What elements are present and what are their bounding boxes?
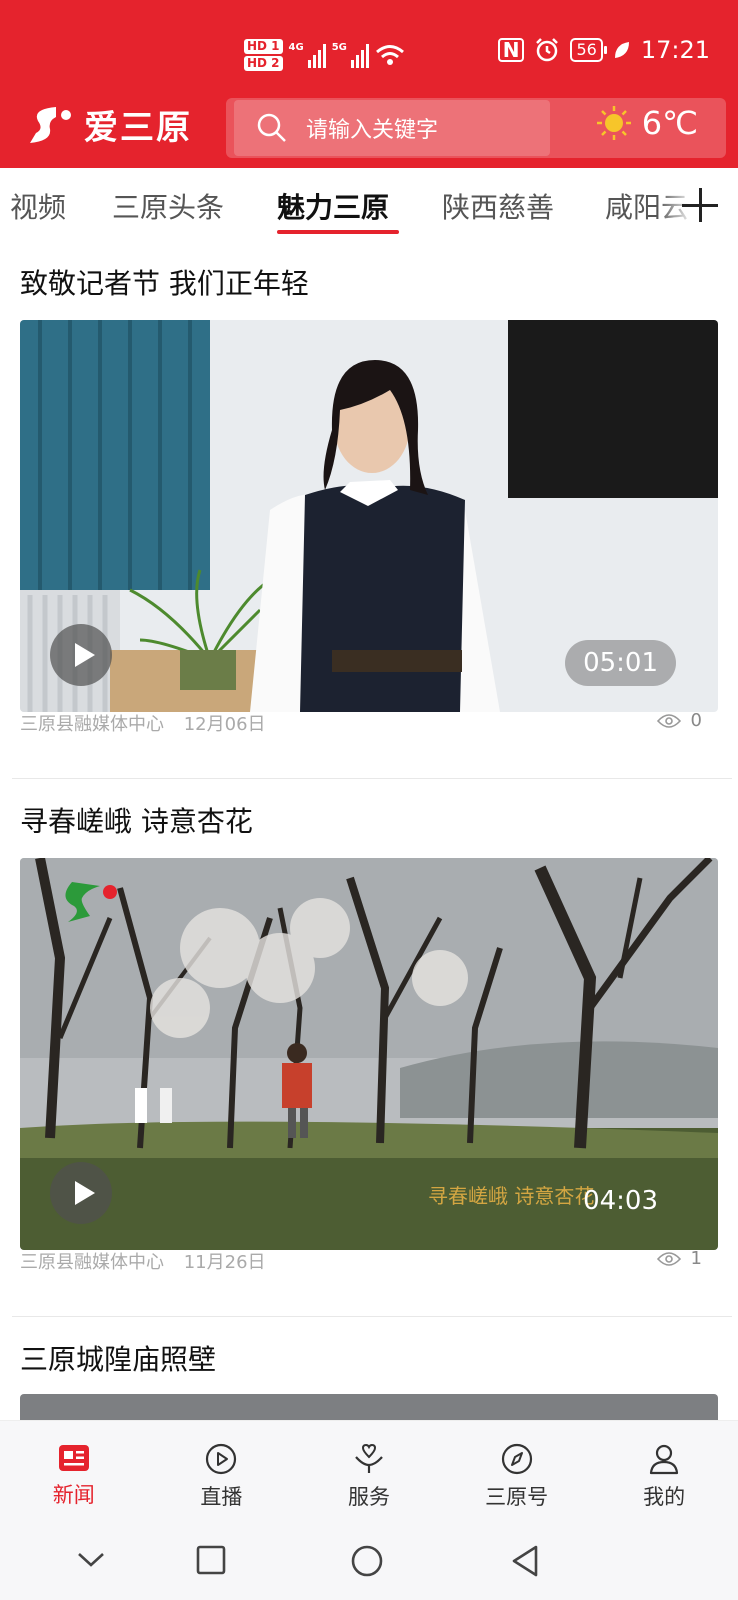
- search-icon: [257, 113, 286, 142]
- article-card[interactable]: 三原城隍庙照壁: [0, 1316, 738, 1420]
- status-bar: HD 1 HD 2 4G 5G N 56 17:21: [0, 0, 738, 96]
- video-thumbnail[interactable]: [20, 1394, 718, 1420]
- status-left: HD 1 HD 2 4G 5G: [244, 32, 405, 78]
- video-thumbnail[interactable]: 05:01: [20, 320, 718, 712]
- video-duration: 05:01: [565, 640, 676, 686]
- play-button[interactable]: [50, 624, 112, 686]
- search-placeholder: 请输入关键字: [306, 118, 439, 143]
- news-icon: [58, 1445, 89, 1471]
- tab-shaanxi-charity[interactable]: 陕西慈善: [442, 186, 554, 226]
- active-tab-indicator: [277, 230, 399, 234]
- signal-2-icon: 5G: [332, 42, 369, 68]
- article-source: 三原县融媒体中心: [20, 1252, 164, 1273]
- compass-icon: [501, 1443, 532, 1475]
- video-duration: 04:03: [583, 1186, 658, 1216]
- recent-apps-icon[interactable]: [195, 1544, 227, 1580]
- nav-mine-label: 我的: [643, 1485, 686, 1509]
- view-count: 0: [656, 710, 702, 731]
- article-card[interactable]: 寻春嵯峨 诗意杏花 寻春嵯峨 诗意杏花 04:03 三原县融媒体中心 11月26…: [0, 778, 738, 1318]
- video-thumbnail[interactable]: 寻春嵯峨 诗意杏花 04:03: [20, 858, 718, 1250]
- heart-hand-icon: [355, 1443, 383, 1473]
- sun-icon: [596, 106, 631, 140]
- add-channel-icon[interactable]: [680, 186, 720, 226]
- play-button[interactable]: [50, 1162, 112, 1224]
- nav-service[interactable]: 服务: [295, 1421, 443, 1533]
- app-name: 爱三原: [84, 108, 192, 148]
- hd-indicators: HD 1 HD 2: [244, 39, 283, 71]
- eye-icon: [656, 713, 681, 728]
- view-count: 1: [656, 1248, 702, 1269]
- network-type-2: 5G: [331, 42, 347, 53]
- nfc-icon: N: [497, 38, 525, 62]
- collapse-icon[interactable]: [76, 1544, 106, 1578]
- leaf-icon: [614, 42, 629, 58]
- system-nav-bar: [0, 1532, 738, 1600]
- status-right: N 56 17:21: [497, 36, 710, 64]
- app-logo: 爱三原: [26, 100, 192, 149]
- app-header: HD 1 HD 2 4G 5G N 56 17:21 爱三原 请输入关键字 6℃: [0, 0, 738, 168]
- bottom-nav: 新闻 直播 服务 三原号 我的: [0, 1420, 738, 1533]
- nav-mine[interactable]: 我的: [590, 1421, 738, 1533]
- weather-temp: 6℃: [641, 104, 698, 142]
- hd2-badge: HD 2: [244, 56, 283, 71]
- nav-news-label: 新闻: [52, 1483, 95, 1507]
- article-title[interactable]: 致敬记者节 我们正年轻: [20, 262, 309, 302]
- back-icon[interactable]: [510, 1544, 540, 1582]
- weather-widget[interactable]: 6℃: [596, 104, 698, 142]
- nav-news[interactable]: 新闻: [0, 1421, 148, 1533]
- clock: 17:21: [640, 36, 710, 64]
- nav-live-label: 直播: [200, 1485, 243, 1509]
- article-date: 11月26日: [183, 1252, 266, 1273]
- search-input[interactable]: 请输入关键字: [234, 100, 550, 156]
- eye-icon: [656, 1251, 681, 1266]
- logo-s-icon: [30, 106, 71, 143]
- nav-sanyuan-hao-label: 三原号: [485, 1485, 549, 1509]
- nav-sanyuan-hao[interactable]: 三原号: [443, 1421, 591, 1533]
- article-meta: 三原县融媒体中心 12月06日: [20, 710, 280, 736]
- play-circle-icon: [206, 1443, 237, 1475]
- alarm-icon: [536, 38, 559, 62]
- article-meta: 三原县融媒体中心 11月26日: [20, 1248, 280, 1274]
- tab-sanyuan-headlines[interactable]: 三原头条: [112, 186, 224, 226]
- battery-indicator: 56: [570, 38, 608, 62]
- article-card[interactable]: 致敬记者节 我们正年轻 05:01 三原县融媒体中心 12月06日 0: [0, 240, 738, 780]
- user-icon: [650, 1444, 679, 1475]
- nav-service-label: 服务: [347, 1485, 390, 1509]
- wifi-icon: [375, 45, 404, 65]
- signal-1-icon: 4G: [289, 42, 326, 68]
- nav-live[interactable]: 直播: [148, 1421, 296, 1533]
- article-title[interactable]: 寻春嵯峨 诗意杏花: [20, 800, 253, 840]
- article-source: 三原县融媒体中心: [20, 714, 164, 735]
- view-count-value: 0: [690, 710, 702, 731]
- tab-charm-sanyuan[interactable]: 魅力三原: [277, 186, 389, 226]
- tab-video[interactable]: 视频: [10, 186, 66, 226]
- hd1-badge: HD 1: [244, 39, 283, 54]
- network-type-1: 4G: [288, 42, 304, 53]
- article-title[interactable]: 三原城隍庙照壁: [20, 1338, 216, 1378]
- home-icon[interactable]: [350, 1544, 384, 1582]
- article-date: 12月06日: [183, 714, 266, 735]
- view-count-value: 1: [690, 1248, 702, 1269]
